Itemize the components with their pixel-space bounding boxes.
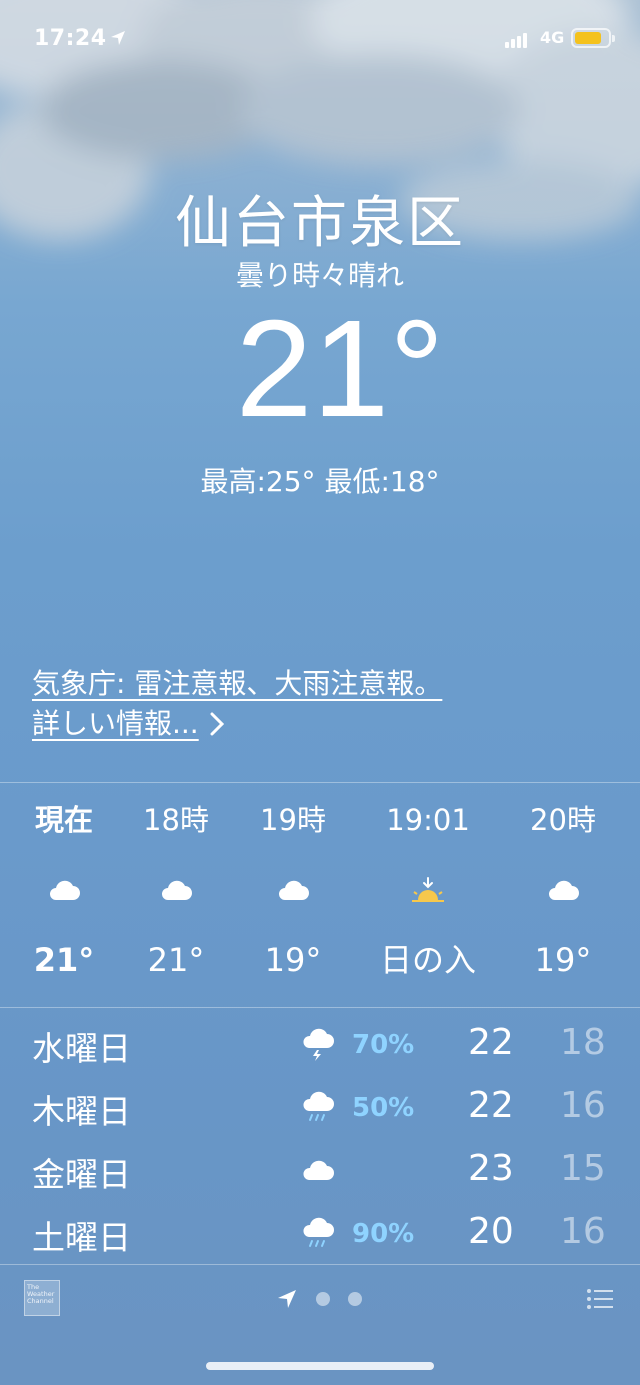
city-name: 仙台市泉区 [175,191,465,256]
hourly-item: 20時 19° [503,800,623,980]
rain-icon [303,1091,334,1121]
divider-top [0,782,640,783]
hourly-item: 19時 19° [233,800,353,980]
day-name: 水曜日 [32,1029,131,1068]
hour-label: 20時 [530,803,596,837]
current-temperature: 21° [235,292,445,446]
day-high: 23 [468,1148,514,1189]
day-name: 木曜日 [32,1092,131,1131]
location-arrow-icon[interactable] [276,1288,298,1310]
day-high: 20 [468,1211,514,1252]
weather-channel-logo[interactable]: The Weather Channel [24,1280,60,1316]
list-icon[interactable] [586,1288,614,1310]
hour-label: 18時 [143,803,209,837]
battery-icon [571,28,615,48]
alert-more-link[interactable]: 詳しい情報... [32,704,225,744]
weather-alert[interactable]: 気象庁: 雷注意報、大雨注意報。 詳しい情報... [32,664,442,744]
day-name: 土曜日 [32,1218,131,1257]
daily-row: 木曜日 50% 22 16 [0,1083,640,1146]
sunset-icon [368,870,488,910]
daily-forecast[interactable]: 水曜日 70% 22 18 木曜日 50% 22 16 金曜日 23 15 土曜… [0,1020,640,1272]
daily-row: 土曜日 90% 20 16 [0,1209,640,1272]
day-high: 22 [468,1022,514,1063]
alert-text-link[interactable]: 気象庁: 雷注意報、大雨注意報。 [32,664,442,704]
day-low: 15 [560,1148,606,1189]
day-low: 18 [560,1022,606,1063]
home-indicator[interactable] [206,1362,434,1370]
high-low-temperature: 最高:25° 最低:18° [200,465,440,498]
network-type: 4G [540,28,565,47]
day-low: 16 [560,1211,606,1252]
hour-label: 現在 [34,803,93,837]
day-low: 16 [560,1085,606,1126]
cloud-icon [116,870,236,910]
cloud-icon [233,870,353,910]
page-indicator[interactable] [276,1288,362,1310]
hour-temp: 19° [534,941,592,979]
chevron-right-icon [210,712,224,736]
hourly-item: 18時 21° [116,800,236,980]
precip-chance: 70% [352,1030,415,1060]
status-time: 17:24 [34,26,107,51]
hour-temp: 日の入 [379,941,476,979]
cellular-signal-icon [505,30,527,48]
thunderstorm-icon [303,1028,334,1061]
divider-middle [0,1007,640,1008]
location-arrow-icon [111,31,125,45]
cloud-icon [4,870,124,910]
hourly-item: 現在 21° [4,800,124,980]
precip-chance: 50% [352,1093,415,1123]
hour-temp: 19° [264,941,322,979]
cloud-icon [303,1160,334,1180]
bottom-toolbar: The Weather Channel [0,1266,640,1385]
rain-icon [303,1217,334,1247]
hour-temp: 21° [147,941,205,979]
precip-chance: 90% [352,1219,415,1249]
page-dot[interactable] [348,1292,362,1306]
status-bar: 17:24 4G [0,24,640,56]
daily-row: 水曜日 70% 22 18 [0,1020,640,1083]
hourly-forecast[interactable]: 現在 21° 18時 21° 19時 19° 19:01 日の入 20時 19° [0,800,640,990]
hourly-item: 19:01 日の入 [368,800,488,980]
cloud-icon [503,870,623,910]
hour-label: 19:01 [386,803,470,837]
divider-bottom [0,1264,640,1265]
hour-temp: 21° [33,941,95,979]
day-name: 金曜日 [32,1155,131,1194]
day-high: 22 [468,1085,514,1126]
daily-row: 金曜日 23 15 [0,1146,640,1209]
page-dot[interactable] [316,1292,330,1306]
hour-label: 19時 [260,803,326,837]
weather-condition: 曇り時々晴れ [235,259,404,292]
alert-more-label[interactable]: 詳しい情報... [32,704,199,744]
